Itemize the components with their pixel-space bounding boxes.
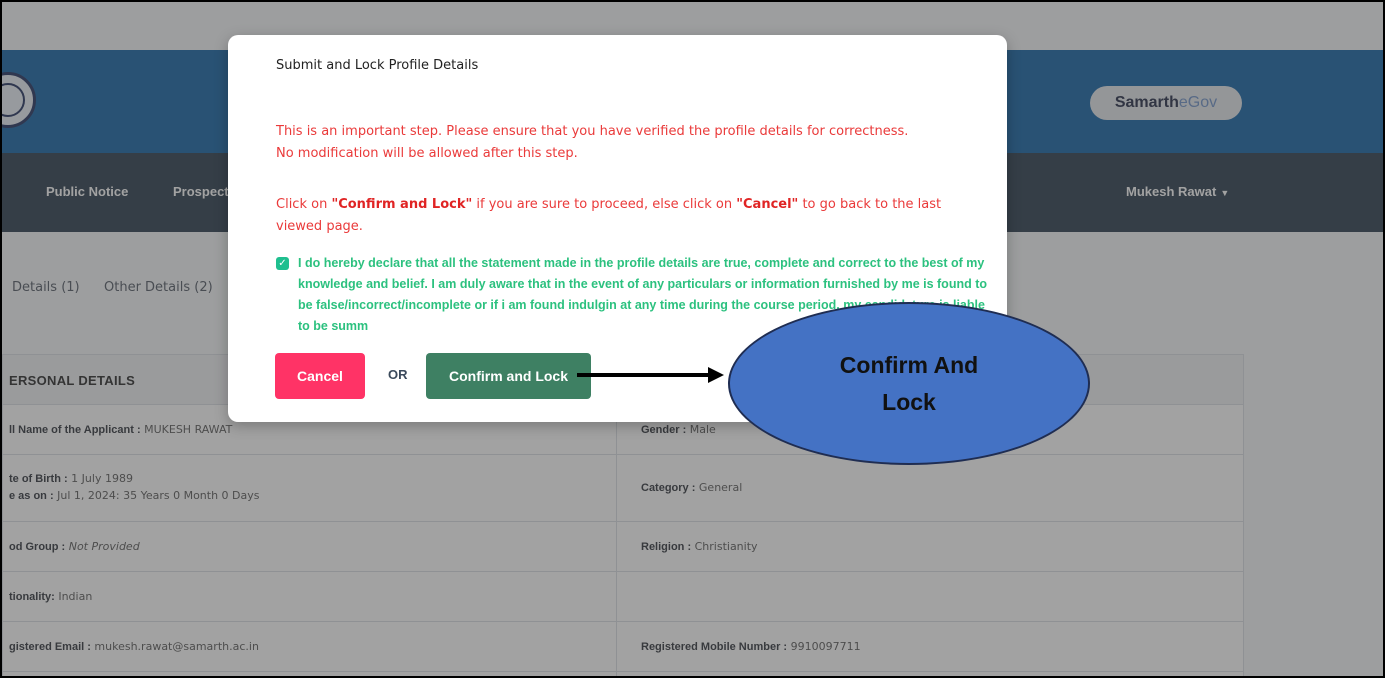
warning-text: This is an important step. Please ensure… [276, 121, 976, 165]
annotation-callout: Confirm And Lock [728, 302, 1090, 465]
warning-line-1: This is an important step. Please ensure… [276, 124, 909, 139]
cancel-button[interactable]: Cancel [275, 353, 365, 399]
screenshot-frame: SamartheGov Public Notice Prospectus Muk… [0, 0, 1385, 678]
declaration-checkbox[interactable]: ✓ [276, 257, 289, 270]
or-label: OR [388, 367, 408, 382]
modal-title: Submit and Lock Profile Details [276, 58, 479, 73]
callout-line-1: Confirm And [839, 351, 979, 378]
instruction-text: Click on "Confirm and Lock" if you are s… [276, 197, 942, 234]
annotation-arrow-icon [577, 367, 724, 383]
warning-line-2: No modification will be allowed after th… [276, 146, 578, 161]
confirm-and-lock-button[interactable]: Confirm and Lock [426, 353, 591, 399]
callout-line-2: Lock [882, 388, 936, 415]
